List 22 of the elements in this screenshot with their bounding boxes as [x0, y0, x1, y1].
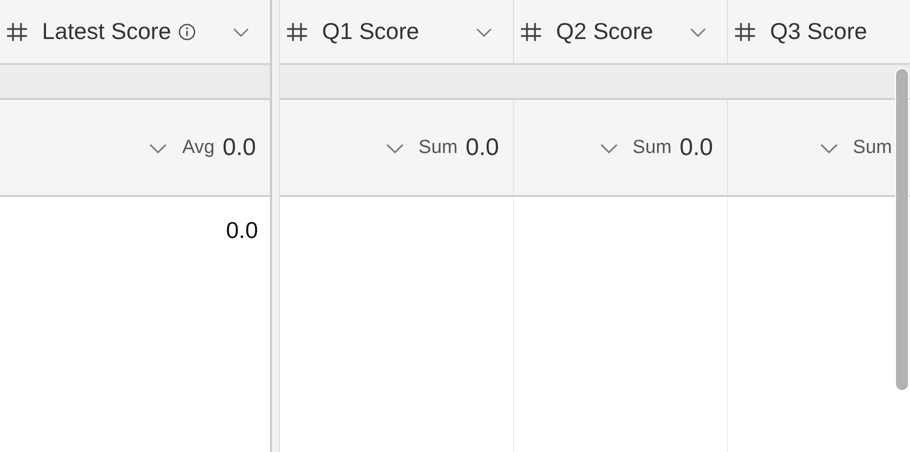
hash-icon	[286, 20, 308, 42]
column-header[interactable]: Latest Score	[0, 0, 270, 63]
hash-icon	[6, 20, 28, 42]
table-cell: 0.0	[226, 217, 258, 244]
summary-function[interactable]: Avg	[182, 136, 215, 158]
column-header[interactable]: Q1 Score	[280, 0, 513, 63]
summary-value: 0.0	[466, 134, 499, 162]
summary-value: 0.0	[222, 134, 256, 162]
summary-function[interactable]: Sum	[418, 136, 458, 158]
column-title: Q3 Score	[770, 18, 868, 45]
info-icon[interactable]	[178, 22, 196, 40]
summary-function[interactable]: Sum	[852, 136, 892, 158]
hash-icon	[520, 20, 542, 42]
hash-icon	[734, 20, 756, 42]
column-header[interactable]: Q2 Score	[514, 0, 727, 63]
column-title: Q2 Score	[556, 18, 654, 45]
scrollbar[interactable]	[895, 68, 909, 391]
summary-function[interactable]: Sum	[632, 136, 672, 158]
summary-value: 0.0	[680, 134, 713, 162]
column-header[interactable]: Q3 Score	[728, 0, 910, 63]
column-title: Latest Score	[42, 18, 172, 45]
column-title: Q1 Score	[322, 18, 420, 45]
